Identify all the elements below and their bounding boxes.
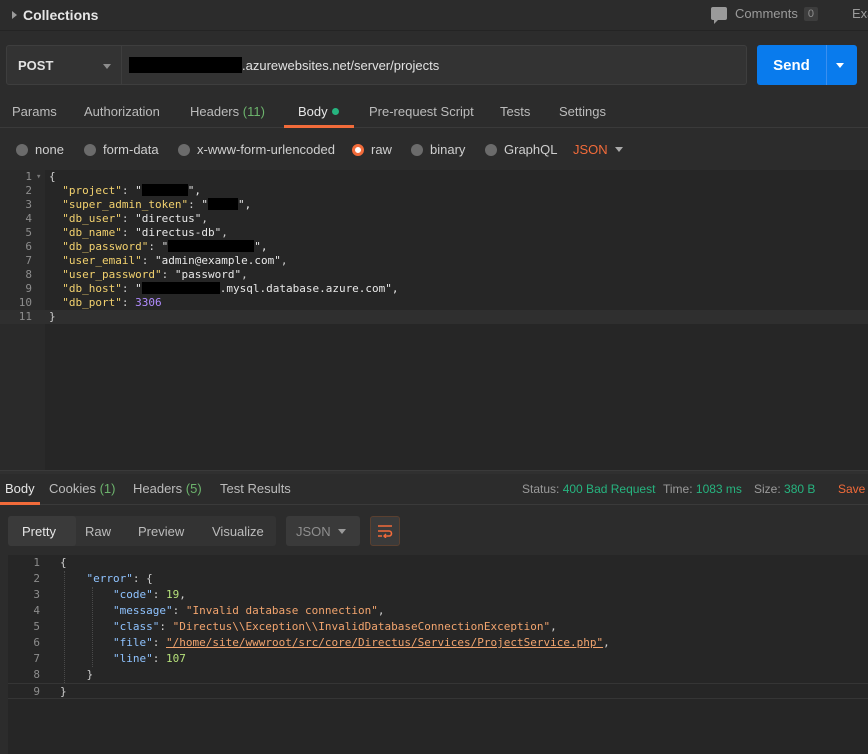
redacted-block <box>168 240 255 252</box>
tab-pre-request-script[interactable]: Pre-request Script <box>369 104 474 119</box>
send-button[interactable]: Send <box>757 45 857 85</box>
chevron-down-icon <box>103 64 111 69</box>
url-input[interactable]: .azurewebsites.net/server/projects <box>122 45 747 85</box>
radio-icon <box>411 143 423 156</box>
code-line: 6 "file": "/home/site/wwwroot/src/core/D… <box>33 636 610 649</box>
wrap-icon <box>378 525 393 538</box>
divider <box>826 45 827 85</box>
request-body-editor[interactable]: 1 ▾{ 2 "project": " ", 3 "super_admin_toke… <box>0 170 868 470</box>
code-line: 8 } <box>33 668 94 681</box>
size-info: Size: 380 B <box>754 482 816 496</box>
code-line: 2 "error": { <box>33 572 153 585</box>
body-type-options: none form-data x-www-form-urlencoded raw… <box>0 140 868 160</box>
code-line: 7 "line": 107 <box>33 652 186 665</box>
tab-params[interactable]: Params <box>12 104 57 119</box>
code-line: 10 "db_port": 3306 <box>18 296 162 309</box>
tab-authorization[interactable]: Authorization <box>84 104 160 119</box>
radio-binary[interactable]: binary <box>411 142 465 157</box>
method-select[interactable]: POST <box>6 45 122 85</box>
comment-icon <box>711 7 728 24</box>
radio-raw[interactable]: raw <box>352 142 392 157</box>
view-visualize-button[interactable]: Visualize <box>212 524 264 539</box>
request-tabs: Params Authorization Headers (11) Body P… <box>0 95 868 128</box>
tab-settings[interactable]: Settings <box>559 104 606 119</box>
code-line: 1 ▾{ <box>25 170 56 183</box>
response-format-select[interactable]: JSON <box>286 516 360 546</box>
raw-format-select[interactable]: JSON <box>573 142 608 157</box>
request-bar: POST .azurewebsites.net/server/projects <box>6 45 747 85</box>
tab-response-body[interactable]: Body <box>5 481 35 496</box>
code-line: 9 "db_host": " .mysql.database.azure.com"… <box>25 282 399 295</box>
code-line: 5 "db_name": "directus-db", <box>25 226 228 239</box>
tab-cookies[interactable]: Cookies (1) <box>49 481 115 496</box>
active-tab-indicator <box>284 125 354 128</box>
wrap-lines-button[interactable] <box>370 516 400 546</box>
code-line: 5 "class": "Directus\\Exception\\Invalid… <box>33 620 557 633</box>
code-line: 7 "user_email": "admin@example.com", <box>25 254 288 267</box>
examples-tab[interactable]: Exa <box>852 6 868 21</box>
redacted-block <box>141 282 220 294</box>
radio-graphql[interactable]: GraphQL <box>485 142 557 157</box>
active-tab-indicator <box>0 502 40 505</box>
radio-icon <box>485 143 497 156</box>
tab-body[interactable]: Body <box>298 104 339 119</box>
comments-label: Comments <box>735 6 798 21</box>
code-line: 1{ <box>33 556 67 569</box>
response-body-viewer[interactable]: 1{ 2 "error": { 3 "code": 19, 4 "message… <box>8 555 868 754</box>
redacted-block <box>129 57 242 73</box>
tab-response-headers[interactable]: Headers (5) <box>133 481 202 496</box>
caret-right-icon[interactable] <box>12 11 17 19</box>
view-raw-button[interactable]: Raw <box>85 524 111 539</box>
comments-button[interactable]: Comments 0 <box>711 6 818 24</box>
radio-icon <box>84 143 96 156</box>
chevron-down-icon[interactable] <box>836 62 844 68</box>
view-pretty-button[interactable]: Pretty <box>22 524 56 539</box>
fold-icon: ▾ <box>36 172 42 182</box>
save-response-button[interactable]: Save <box>838 482 868 496</box>
radio-none[interactable]: none <box>16 142 64 157</box>
code-line: 3 "super_admin_token": " ", <box>25 198 252 211</box>
redacted-block <box>207 198 238 210</box>
radio-x-www-form-urlencoded[interactable]: x-www-form-urlencoded <box>178 142 335 157</box>
code-line: 4 "message": "Invalid database connectio… <box>33 604 385 617</box>
tab-test-results[interactable]: Test Results <box>220 481 291 496</box>
tab-tests[interactable]: Tests <box>500 104 530 119</box>
collections-title[interactable]: Collections <box>23 7 98 23</box>
response-tabs: Body Cookies (1) Headers (5) Test Result… <box>0 474 868 505</box>
code-line: 8 "user_password": "password", <box>25 268 248 281</box>
code-line: 4 "db_user": "directus", <box>25 212 208 225</box>
radio-icon <box>16 143 28 156</box>
redacted-block <box>141 184 188 196</box>
code-line-current: 9} <box>8 683 868 699</box>
status-info: Status: 400 Bad Request <box>522 482 656 496</box>
tab-headers[interactable]: Headers (11) <box>190 104 265 119</box>
comments-count: 0 <box>803 6 818 21</box>
code-line-current: 11} <box>0 310 868 324</box>
code-line: 6 "db_password": " ", <box>25 240 268 253</box>
chevron-down-icon[interactable] <box>615 147 623 152</box>
radio-icon <box>178 143 190 156</box>
divider <box>0 30 868 31</box>
send-label: Send <box>773 56 810 74</box>
method-value: POST <box>18 57 54 73</box>
view-mode-group: Pretty Raw Preview Visualize <box>8 516 276 546</box>
code-line: 3 "code": 19, <box>33 588 186 601</box>
url-value: .azurewebsites.net/server/projects <box>242 57 440 73</box>
radio-form-data[interactable]: form-data <box>84 142 159 157</box>
code-line: 2 "project": " ", <box>25 184 201 197</box>
chevron-down-icon <box>338 529 346 534</box>
collections-header: Collections Comments 0 Exa <box>0 0 868 30</box>
view-preview-button[interactable]: Preview <box>138 524 184 539</box>
status-dot-icon <box>331 108 339 115</box>
time-info: Time: 1083 ms <box>663 482 742 496</box>
radio-selected-icon <box>352 143 364 156</box>
